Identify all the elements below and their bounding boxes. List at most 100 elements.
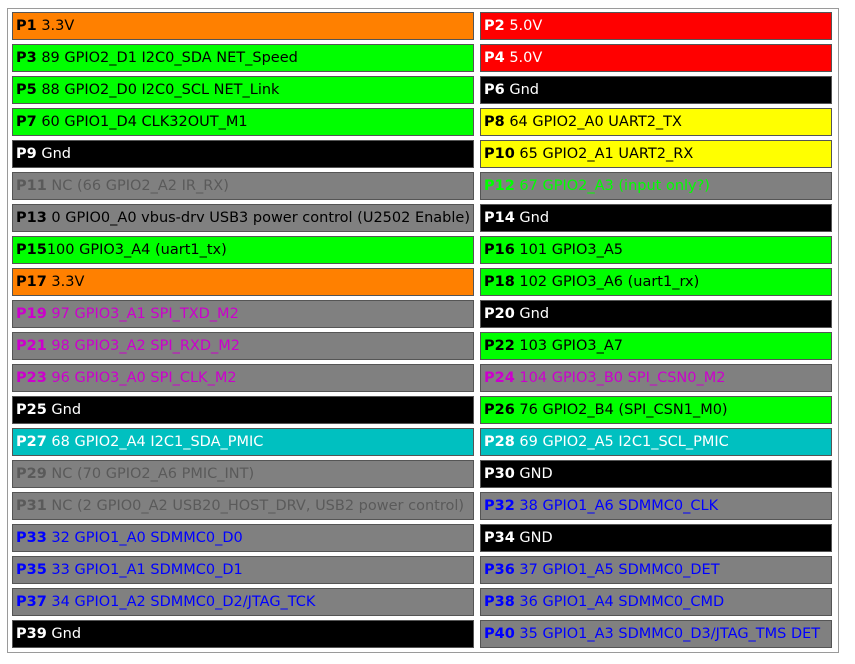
pin-number: P30 <box>484 466 515 482</box>
pin-function: 104 GPIO3_B0 SPI_CSN0_M2 <box>514 370 726 386</box>
pin-number: P13 <box>16 210 47 226</box>
pin-cell-p15: P15100 GPIO3_A4 (uart1_tx) <box>12 236 474 264</box>
pin-cell-p38: P38 36 GPIO1_A4 SDMMC0_CMD <box>480 588 832 616</box>
pin-number: P11 <box>16 178 47 194</box>
pin-function: Gnd <box>36 146 71 162</box>
pin-function: 68 GPIO2_A4 I2C1_SDA_PMIC <box>46 434 264 450</box>
pin-function: 103 GPIO3_A7 <box>514 338 623 354</box>
pin-cell-p5: P5 88 GPIO2_D0 I2C0_SCL NET_Link <box>12 76 474 104</box>
pin-function: 3.3V <box>46 274 85 290</box>
pin-cell-p13: P13 0 GPIO0_A0 vbus-drv USB3 power contr… <box>12 204 474 232</box>
pin-function: 5.0V <box>504 18 543 34</box>
pin-cell-p26: P26 76 GPIO2_B4 (SPI_CSN1_M0) <box>480 396 832 424</box>
pin-cell-p29: P29 NC (70 GPIO2_A6 PMIC_INT) <box>12 460 474 488</box>
pin-function: 101 GPIO3_A5 <box>514 242 623 258</box>
pin-function: 33 GPIO1_A1 SDMMC0_D1 <box>46 562 243 578</box>
pin-cell-p20: P20 Gnd <box>480 300 832 328</box>
pin-number: P8 <box>484 114 505 130</box>
pin-cell-p32: P32 38 GPIO1_A6 SDMMC0_CLK <box>480 492 832 520</box>
pin-function: Gnd <box>504 82 539 98</box>
pin-function: 32 GPIO1_A0 SDMMC0_D0 <box>46 530 243 546</box>
pin-number: P36 <box>484 562 515 578</box>
pin-number: P12 <box>484 178 515 194</box>
pin-cell-p25: P25 Gnd <box>12 396 474 424</box>
pin-number: P5 <box>16 82 37 98</box>
pin-function: 35 GPIO1_A3 SDMMC0_D3/JTAG_TMS DET <box>514 626 821 642</box>
pin-number: P21 <box>16 338 47 354</box>
pin-function: 69 GPIO2_A5 I2C1_SCL_PMIC <box>514 434 729 450</box>
pin-function: 65 GPIO2_A1 UART2_RX <box>514 146 694 162</box>
pin-number: P26 <box>484 402 515 418</box>
pin-cell-p37: P37 34 GPIO1_A2 SDMMC0_D2/JTAG_TCK <box>12 588 474 616</box>
pin-number: P10 <box>484 146 515 162</box>
pin-number: P31 <box>16 498 47 514</box>
pin-cell-p19: P19 97 GPIO3_A1 SPI_TXD_M2 <box>12 300 474 328</box>
pin-cell-p10: P10 65 GPIO2_A1 UART2_RX <box>480 140 832 168</box>
pin-number: P28 <box>484 434 515 450</box>
pin-number: P23 <box>16 370 47 386</box>
pin-cell-p1: P1 3.3V <box>12 12 474 40</box>
pin-number: P35 <box>16 562 47 578</box>
pin-function: 76 GPIO2_B4 (SPI_CSN1_M0) <box>514 402 728 418</box>
pin-cell-p16: P16 101 GPIO3_A5 <box>480 236 832 264</box>
pin-function: Gnd <box>46 402 82 418</box>
pin-function: 96 GPIO3_A0 SPI_CLK_M2 <box>46 370 237 386</box>
pin-number: P37 <box>16 594 47 610</box>
pin-cell-p34: P34 GND <box>480 524 832 552</box>
pin-function: NC (2 GPIO0_A2 USB20_HOST_DRV, USB2 powe… <box>46 498 465 514</box>
pin-number: P9 <box>16 146 37 162</box>
pin-cell-p4: P4 5.0V <box>480 44 832 72</box>
pin-function: 100 GPIO3_A4 (uart1_tx) <box>46 242 227 258</box>
pin-number: P3 <box>16 50 37 66</box>
pin-number: P38 <box>484 594 515 610</box>
pin-number: P1 <box>16 18 37 34</box>
pin-cell-p14: P14 Gnd <box>480 204 832 232</box>
pin-number: P20 <box>484 306 515 322</box>
pin-number: P15 <box>16 242 47 258</box>
pin-number: P24 <box>484 370 515 386</box>
pin-number: P4 <box>484 50 505 66</box>
pin-cell-p12: P12 67 GPIO2_A3 (input only?) <box>480 172 832 200</box>
pin-number: P40 <box>484 626 515 642</box>
pin-function: GND <box>514 530 553 546</box>
pin-cell-p35: P35 33 GPIO1_A1 SDMMC0_D1 <box>12 556 474 584</box>
pin-number: P7 <box>16 114 37 130</box>
pin-cell-p22: P22 103 GPIO3_A7 <box>480 332 832 360</box>
pin-cell-p3: P3 89 GPIO2_D1 I2C0_SDA NET_Speed <box>12 44 474 72</box>
pin-cell-p40: P40 35 GPIO1_A3 SDMMC0_D3/JTAG_TMS DET <box>480 620 832 648</box>
pin-cell-p2: P2 5.0V <box>480 12 832 40</box>
pin-function: Gnd <box>514 306 550 322</box>
pin-function: 37 GPIO1_A5 SDMMC0_DET <box>514 562 720 578</box>
pin-cell-p23: P23 96 GPIO3_A0 SPI_CLK_M2 <box>12 364 474 392</box>
pin-cell-p11: P11 NC (66 GPIO2_A2 IR_RX) <box>12 172 474 200</box>
pin-cell-p28: P28 69 GPIO2_A5 I2C1_SCL_PMIC <box>480 428 832 456</box>
pin-cell-p7: P7 60 GPIO1_D4 CLK32OUT_M1 <box>12 108 474 136</box>
pin-function: NC (66 GPIO2_A2 IR_RX) <box>46 178 229 194</box>
pin-cell-p6: P6 Gnd <box>480 76 832 104</box>
pin-cell-p27: P27 68 GPIO2_A4 I2C1_SDA_PMIC <box>12 428 474 456</box>
pin-number: P6 <box>484 82 505 98</box>
pin-cell-p18: P18 102 GPIO3_A6 (uart1_rx) <box>480 268 832 296</box>
pin-cell-p21: P21 98 GPIO3_A2 SPI_RXD_M2 <box>12 332 474 360</box>
pin-function: 38 GPIO1_A6 SDMMC0_CLK <box>514 498 719 514</box>
pin-function: 98 GPIO3_A2 SPI_RXD_M2 <box>46 338 241 354</box>
pin-number: P22 <box>484 338 515 354</box>
pin-number: P33 <box>16 530 47 546</box>
pin-number: P17 <box>16 274 47 290</box>
pin-number: P29 <box>16 466 47 482</box>
pinout-table: P1 3.3V P2 5.0V P3 89 GPIO2_D1 I2C0_SDA NE… <box>12 12 832 648</box>
pin-function: 67 GPIO2_A3 (input only?) <box>514 178 710 194</box>
pin-function: 102 GPIO3_A6 (uart1_rx) <box>514 274 700 290</box>
pin-function: 97 GPIO3_A1 SPI_TXD_M2 <box>46 306 239 322</box>
pin-function: GND <box>514 466 553 482</box>
pin-function: 3.3V <box>36 18 75 34</box>
pin-function: 0 GPIO0_A0 vbus-drv USB3 power control (… <box>46 210 470 226</box>
pin-cell-p17: P17 3.3V <box>12 268 474 296</box>
pin-number: P27 <box>16 434 47 450</box>
pin-function: 89 GPIO2_D1 I2C0_SDA NET_Speed <box>36 50 298 66</box>
pin-cell-p30: P30 GND <box>480 460 832 488</box>
pin-number: P32 <box>484 498 515 514</box>
pin-cell-p36: P36 37 GPIO1_A5 SDMMC0_DET <box>480 556 832 584</box>
pin-function: 60 GPIO1_D4 CLK32OUT_M1 <box>36 114 248 130</box>
pin-function: 36 GPIO1_A4 SDMMC0_CMD <box>514 594 725 610</box>
